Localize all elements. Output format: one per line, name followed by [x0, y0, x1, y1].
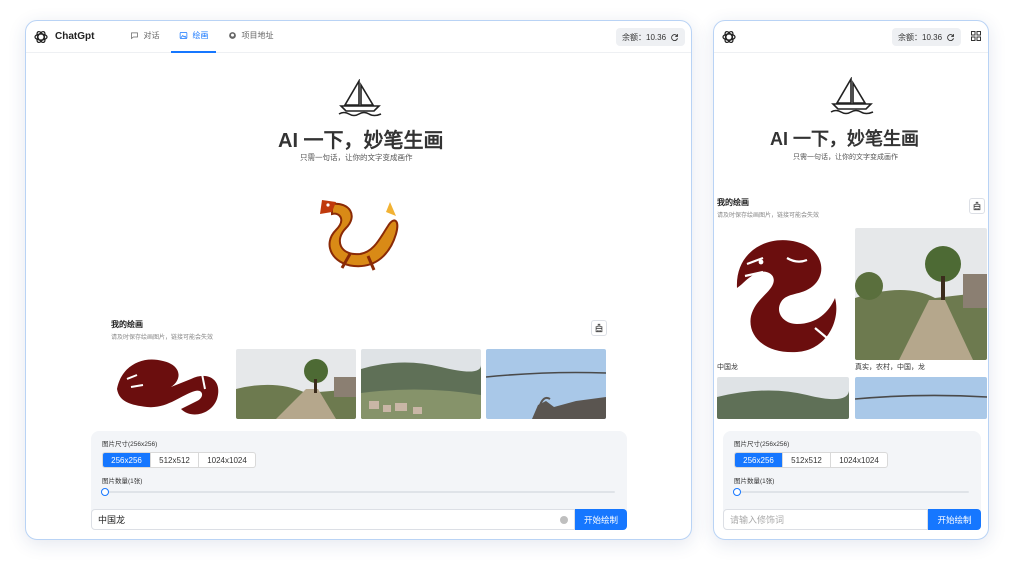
mobile-gallery-header: 我的绘画 请及时保存绘画图片，链接可能会失效	[717, 197, 819, 219]
top-nav: ChatGpt 对话 绘画 项目地址 余额：10.36	[26, 21, 691, 53]
mobile-gallery-caption-2: 真实，农村，中国，龙	[855, 364, 925, 371]
mobile-gallery-thumb-dragon[interactable]	[717, 228, 849, 360]
mobile-clear-gallery-button[interactable]	[969, 198, 985, 214]
prompt-input[interactable]: 中国龙	[91, 509, 575, 530]
balance-chip[interactable]: 余额：10.36	[616, 28, 686, 46]
nav-tabs: 对话 绘画 项目地址	[122, 21, 285, 53]
size-selector: 256x256 512x512 1024x1024	[102, 452, 256, 468]
size-option-256[interactable]: 256x256	[103, 453, 151, 467]
start-drawing-button[interactable]: 开始绘制	[575, 509, 627, 530]
gallery-thumb-mountain-village[interactable]	[361, 349, 481, 419]
generated-image-preview[interactable]	[310, 194, 406, 280]
mobile-window: 余额：10.36 AI 一下，妙笔生画 只需一句话，让你的文字变成画作 我的绘画…	[713, 20, 989, 540]
hero-subtitle: 只需一句话，让你的文字变成画作	[300, 153, 413, 162]
mobile-count-slider-handle[interactable]	[733, 488, 741, 496]
gallery-thumb-dragon[interactable]	[111, 349, 231, 419]
mobile-size-label: 图片尺寸(256x256)	[734, 441, 790, 448]
openai-logo-icon	[722, 30, 736, 43]
mobile-size-selector: 256x256 512x512 1024x1024	[734, 452, 888, 468]
broom-icon	[595, 323, 603, 333]
mobile-size-option-1024[interactable]: 1024x1024	[831, 453, 887, 467]
size-option-1024[interactable]: 1024x1024	[199, 453, 255, 467]
tab-project-label: 项目地址	[241, 31, 274, 40]
size-label: 图片尺寸(256x256)	[102, 441, 158, 448]
gallery-title: 我的绘画	[111, 320, 143, 329]
mobile-balance-text: 余额：10.36	[898, 32, 943, 42]
mobile-hero-title: AI 一下，妙笔生画	[770, 129, 920, 149]
sailboat-icon	[830, 77, 874, 115]
chat-icon	[131, 32, 139, 40]
count-slider-handle[interactable]	[101, 488, 109, 496]
brand-logo[interactable]: ChatGpt	[26, 29, 94, 45]
mobile-count-label: 图片数量(1张)	[734, 478, 775, 485]
refresh-icon[interactable]	[946, 33, 955, 42]
refresh-icon[interactable]	[670, 33, 679, 42]
broom-icon	[973, 201, 981, 211]
mobile-top-nav: 余额：10.36	[714, 21, 988, 53]
image-icon	[180, 32, 188, 39]
tab-chat[interactable]: 对话	[122, 21, 167, 53]
gallery-note: 请及时保存绘画图片，链接可能会失效	[111, 335, 214, 341]
balance-text: 余额：10.36	[622, 32, 667, 42]
size-option-512[interactable]: 512x512	[151, 453, 199, 467]
count-label: 图片数量(1张)	[102, 478, 143, 485]
tab-draw-label: 绘画	[192, 31, 209, 40]
gallery-thumb-dragon-roof[interactable]	[486, 349, 606, 419]
gallery-thumb-village-road[interactable]	[236, 349, 356, 419]
clear-input-icon[interactable]	[560, 516, 568, 524]
mobile-size-option-512[interactable]: 512x512	[783, 453, 831, 467]
mobile-size-option-256[interactable]: 256x256	[735, 453, 783, 467]
github-icon	[229, 32, 237, 39]
mobile-brand-logo[interactable]	[714, 29, 737, 45]
mobile-gallery-caption-1: 中国龙	[717, 364, 738, 371]
hero-title: AI 一下，妙笔生画	[278, 130, 444, 152]
mobile-gallery-thumb-sky[interactable]	[855, 377, 987, 419]
mobile-gallery-note: 请及时保存绘画图片，链接可能会失效	[717, 213, 820, 219]
mobile-count-slider-track[interactable]	[737, 491, 969, 493]
tab-draw[interactable]: 绘画	[171, 21, 217, 53]
tab-project[interactable]: 项目地址	[220, 21, 281, 53]
mobile-hero-subtitle: 只需一句话，让你的文字变成画作	[793, 154, 898, 161]
brand-name: ChatGpt	[55, 31, 95, 42]
desktop-window: ChatGpt 对话 绘画 项目地址 余额：10.36 AI 一下，妙笔生画 只…	[25, 20, 692, 540]
count-slider-track[interactable]	[105, 491, 615, 493]
sailboat-icon	[338, 79, 382, 117]
openai-logo-icon	[34, 30, 48, 43]
mobile-gallery-title: 我的绘画	[717, 198, 749, 207]
menu-grid-icon[interactable]	[970, 30, 982, 42]
mobile-prompt-input[interactable]: 请输入修饰词	[723, 509, 928, 530]
mobile-balance-chip[interactable]: 余额：10.36	[892, 28, 962, 46]
gallery-header: 我的绘画 请及时保存绘画图片，链接可能会失效	[111, 319, 213, 341]
clear-gallery-button[interactable]	[591, 320, 607, 336]
mobile-start-drawing-button[interactable]: 开始绘制	[928, 509, 981, 530]
mobile-gallery-thumb-mountain[interactable]	[717, 377, 849, 419]
mobile-gallery-thumb-village-road[interactable]	[855, 228, 987, 360]
tab-chat-label: 对话	[143, 31, 160, 40]
